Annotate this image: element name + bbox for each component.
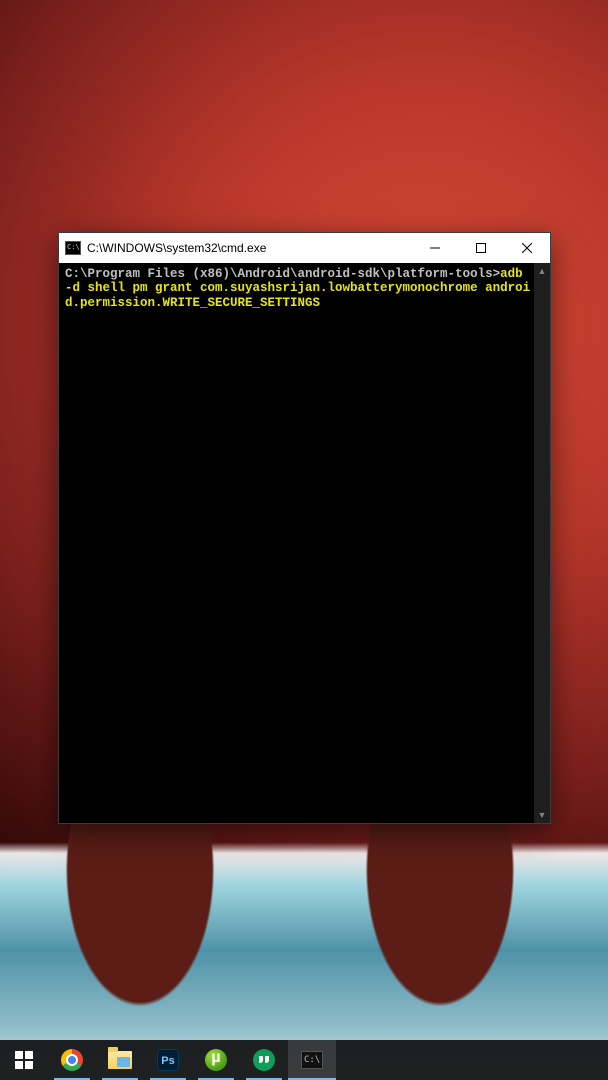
desktop: C:\WINDOWS\system32\cmd.exe C:\Program F…: [0, 0, 608, 1080]
cmd-window: C:\WINDOWS\system32\cmd.exe C:\Program F…: [58, 232, 551, 824]
taskbar-utorrent[interactable]: [192, 1040, 240, 1080]
start-button[interactable]: [0, 1040, 48, 1080]
minimize-button[interactable]: [412, 233, 458, 263]
terminal-area: C:\Program Files (x86)\Android\android-s…: [59, 263, 550, 823]
terminal[interactable]: C:\Program Files (x86)\Android\android-s…: [59, 263, 534, 823]
window-title: C:\WINDOWS\system32\cmd.exe: [87, 241, 412, 255]
window-controls: [412, 233, 550, 263]
taskbar-hangouts[interactable]: [240, 1040, 288, 1080]
taskbar: Ps C:\: [0, 1040, 608, 1080]
close-button[interactable]: [504, 233, 550, 263]
cmd-icon: C:\: [301, 1051, 323, 1069]
titlebar[interactable]: C:\WINDOWS\system32\cmd.exe: [59, 233, 550, 263]
utorrent-icon: [205, 1049, 227, 1071]
cmd-app-icon: [65, 241, 81, 255]
scroll-up-icon[interactable]: ▲: [534, 263, 550, 279]
taskbar-cmd[interactable]: C:\: [288, 1040, 336, 1080]
taskbar-file-explorer[interactable]: [96, 1040, 144, 1080]
scroll-down-icon[interactable]: ▼: [534, 807, 550, 823]
hangouts-icon: [253, 1049, 275, 1071]
scrollbar[interactable]: ▲ ▼: [534, 263, 550, 823]
taskbar-chrome[interactable]: [48, 1040, 96, 1080]
folder-icon: [108, 1051, 132, 1069]
chrome-icon: [61, 1049, 83, 1071]
taskbar-photoshop[interactable]: Ps: [144, 1040, 192, 1080]
photoshop-icon: Ps: [157, 1049, 179, 1071]
terminal-prompt: C:\Program Files (x86)\Android\android-s…: [65, 267, 500, 281]
maximize-button[interactable]: [458, 233, 504, 263]
